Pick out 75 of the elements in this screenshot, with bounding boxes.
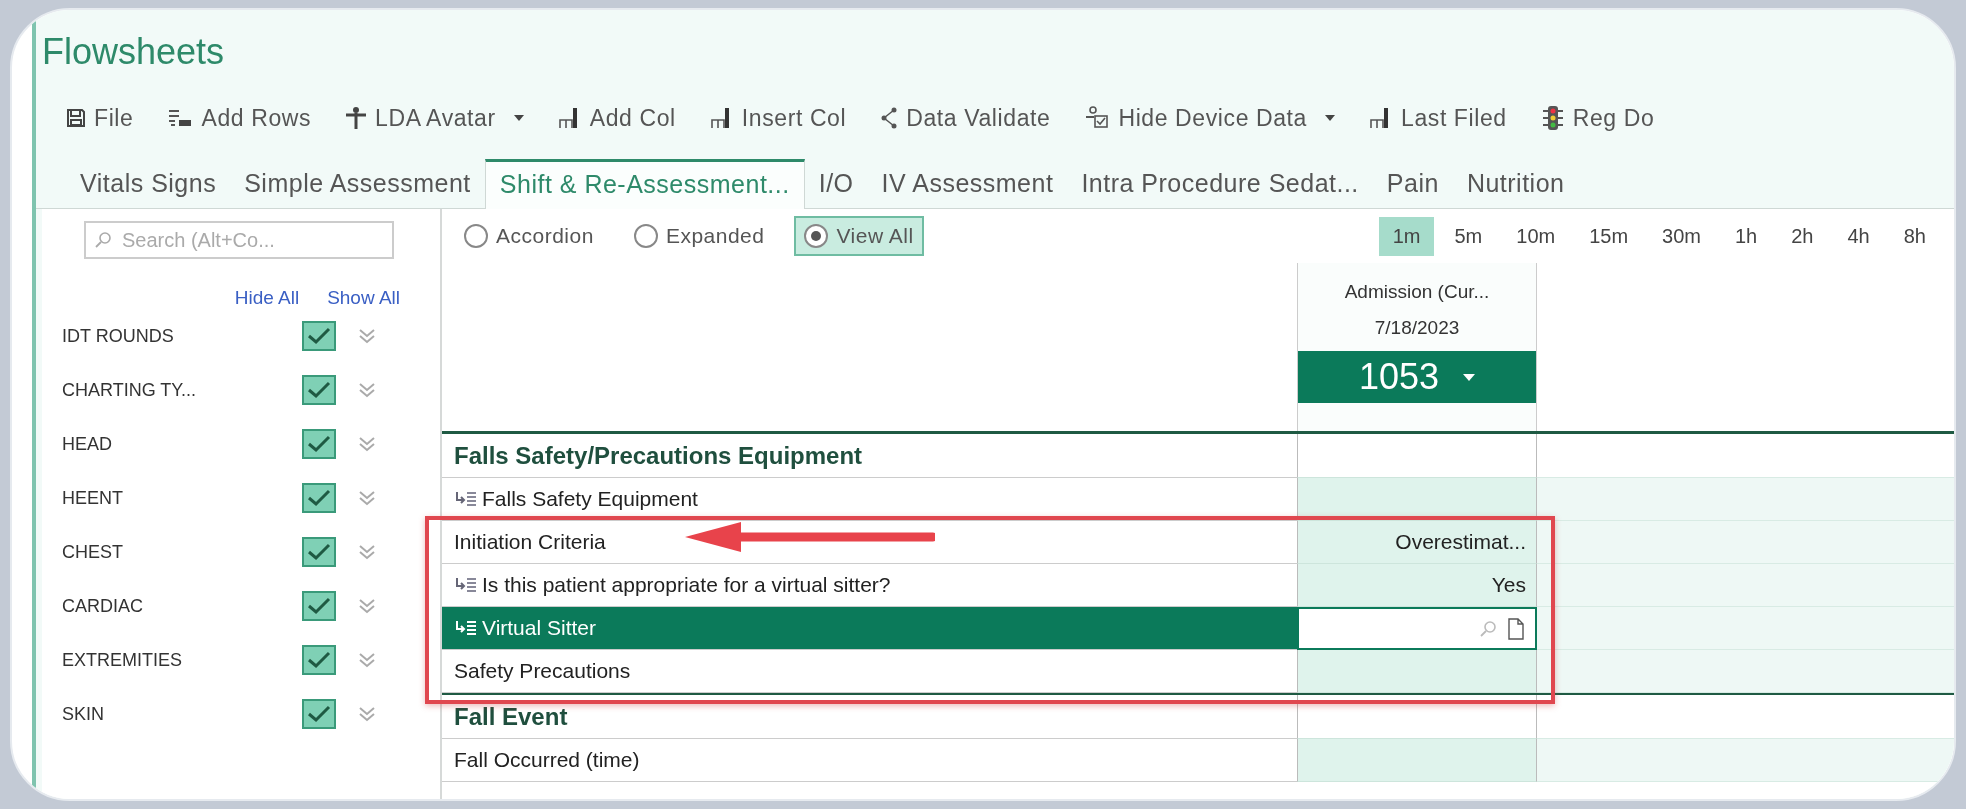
search-icon — [1479, 619, 1497, 638]
interval-button[interactable]: 5m — [1440, 216, 1497, 256]
caret-icon — [1325, 115, 1335, 121]
save-icon — [66, 108, 86, 128]
row-group-icon — [454, 489, 478, 509]
interval-button[interactable]: 30m — [1648, 216, 1715, 256]
tab[interactable]: Simple Assessment — [230, 158, 485, 208]
section-label[interactable]: SKIN — [62, 703, 302, 725]
device-icon — [1084, 106, 1111, 130]
search-icon — [94, 231, 112, 249]
toolbar-button[interactable]: LDA Avatar — [345, 104, 524, 132]
checkbox[interactable] — [302, 429, 336, 459]
column-date: 7/18/2023 — [1374, 317, 1460, 339]
checkbox[interactable] — [302, 537, 336, 567]
checkbox[interactable] — [302, 645, 336, 675]
figure-icon — [345, 106, 368, 130]
toolbar-button[interactable]: Last Filed — [1369, 104, 1507, 132]
toolbar-button[interactable]: Data Validate — [880, 104, 1051, 132]
toolbar-button[interactable]: Reg Do — [1540, 104, 1655, 132]
rows-icon — [167, 108, 194, 128]
section-label[interactable]: CHEST — [62, 541, 302, 563]
toolbar-button[interactable]: File — [66, 104, 134, 132]
section-label[interactable]: HEENT — [62, 487, 302, 509]
row-label[interactable]: Safety Precautions — [442, 650, 1297, 693]
interval-button[interactable]: 4h — [1833, 216, 1884, 256]
share-icon — [880, 107, 899, 129]
section-label[interactable]: EXTREMITIES — [62, 649, 302, 671]
row-group-icon — [454, 575, 478, 595]
link[interactable]: Hide All — [234, 287, 300, 309]
table-cell[interactable]: Yes — [1297, 564, 1537, 607]
interval-button[interactable]: 1m — [1378, 216, 1435, 256]
toolbar-button[interactable]: Insert Col — [709, 104, 847, 132]
tab[interactable]: Shift & Re-Assessment... — [484, 159, 805, 209]
checkbox[interactable] — [302, 483, 336, 513]
tab[interactable]: IV Assessment — [867, 158, 1068, 208]
interval-button[interactable]: 15m — [1575, 216, 1643, 256]
checkbox[interactable] — [302, 321, 336, 351]
arrow-icon — [685, 522, 935, 552]
caret-icon — [513, 115, 524, 121]
interval-button[interactable]: 1h — [1721, 216, 1772, 256]
checkbox[interactable] — [302, 375, 336, 405]
checkbox[interactable] — [302, 699, 336, 729]
checkbox[interactable] — [302, 591, 336, 621]
toolbar-button[interactable]: Add Rows — [167, 104, 312, 132]
column-title: Admission (Cur... — [1344, 281, 1490, 303]
time-button[interactable]: 1053 — [1298, 351, 1536, 403]
interval-button[interactable]: 8h — [1889, 216, 1940, 256]
radio-button[interactable]: View All — [794, 216, 924, 256]
window-title: Flowsheets — [41, 30, 226, 74]
row-label[interactable]: Falls Safety Equipment — [442, 478, 1297, 521]
toolbar-button[interactable]: Hide Device Data — [1084, 104, 1335, 132]
radio-button[interactable]: Accordion — [454, 216, 604, 256]
traffic-light-icon — [1540, 105, 1565, 131]
document-icon[interactable] — [1507, 617, 1525, 640]
tab[interactable]: I/O — [804, 158, 868, 208]
table-cell[interactable]: Overestimat... — [1297, 521, 1537, 564]
caret-icon — [1463, 373, 1476, 381]
radio-button[interactable]: Expanded — [623, 216, 775, 256]
section-label[interactable]: CHARTING TY... — [62, 379, 302, 401]
input-field[interactable] — [1297, 607, 1537, 650]
row-label[interactable]: Fall Occurred (time) — [442, 739, 1297, 782]
search-field[interactable]: Search (Alt+Co... — [84, 221, 394, 259]
section-label[interactable]: CARDIAC — [62, 595, 302, 617]
toolbar-button[interactable]: Add Col — [557, 104, 676, 132]
interval-button[interactable]: 2h — [1777, 216, 1828, 256]
tab[interactable]: Nutrition — [1452, 158, 1579, 208]
row-label[interactable]: Virtual Sitter — [442, 607, 1297, 650]
link[interactable]: Show All — [327, 287, 400, 309]
interval-button[interactable]: 10m — [1502, 216, 1570, 256]
row-group-icon — [454, 618, 478, 638]
tab[interactable]: Intra Procedure Sedat... — [1067, 158, 1373, 208]
tab[interactable]: Pain — [1372, 158, 1453, 208]
section-label[interactable]: HEAD — [62, 433, 302, 455]
section-label[interactable]: IDT ROUNDS — [62, 325, 302, 347]
tab[interactable]: Vitals Signs — [66, 158, 231, 208]
